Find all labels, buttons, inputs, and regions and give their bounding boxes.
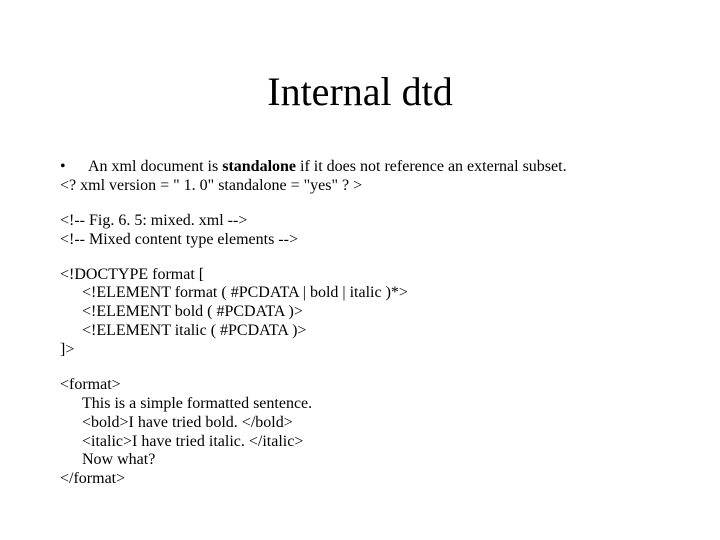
doctype-block: <!DOCTYPE format [ <!ELEMENT format ( #P… <box>60 266 670 360</box>
element-decl-1: <!ELEMENT format ( #PCDATA | bold | ital… <box>60 284 670 303</box>
sample-line-4: Now what? <box>60 451 670 470</box>
slide-body: • An xml document is standalone if it do… <box>60 158 670 489</box>
comment-line-2: <!-- Mixed content type elements --> <box>60 231 670 250</box>
bullet-pre: An xml document is <box>88 158 222 175</box>
comment-block: <!-- Fig. 6. 5: mixed. xml --> <!-- Mixe… <box>60 212 670 250</box>
comment-line-1: <!-- Fig. 6. 5: mixed. xml --> <box>60 212 670 231</box>
slide-title: Internal dtd <box>0 68 720 115</box>
element-decl-2: <!ELEMENT bold ( #PCDATA )> <box>60 303 670 322</box>
bullet-text: An xml document is standalone if it does… <box>88 158 567 177</box>
bullet-item: • An xml document is standalone if it do… <box>60 158 670 177</box>
sample-line-3: <italic>I have tried italic. </italic> <box>60 433 670 452</box>
xml-declaration: <? xml version = " 1. 0" standalone = "y… <box>60 177 670 196</box>
sample-line-1: This is a simple formatted sentence. <box>60 395 670 414</box>
slide: Internal dtd • An xml document is standa… <box>0 0 720 540</box>
sample-line-2: <bold>I have tried bold. </bold> <box>60 414 670 433</box>
format-close-tag: </format> <box>60 470 670 489</box>
sample-block: <format> This is a simple formatted sent… <box>60 376 670 489</box>
bullet-dot-icon: • <box>60 158 88 177</box>
format-open-tag: <format> <box>60 376 670 395</box>
doctype-open: <!DOCTYPE format [ <box>60 266 670 285</box>
doctype-close: ]> <box>60 341 670 360</box>
bullet-post: if it does not reference an external sub… <box>296 158 567 175</box>
bullet-bold: standalone <box>222 158 296 175</box>
element-decl-3: <!ELEMENT italic ( #PCDATA )> <box>60 322 670 341</box>
